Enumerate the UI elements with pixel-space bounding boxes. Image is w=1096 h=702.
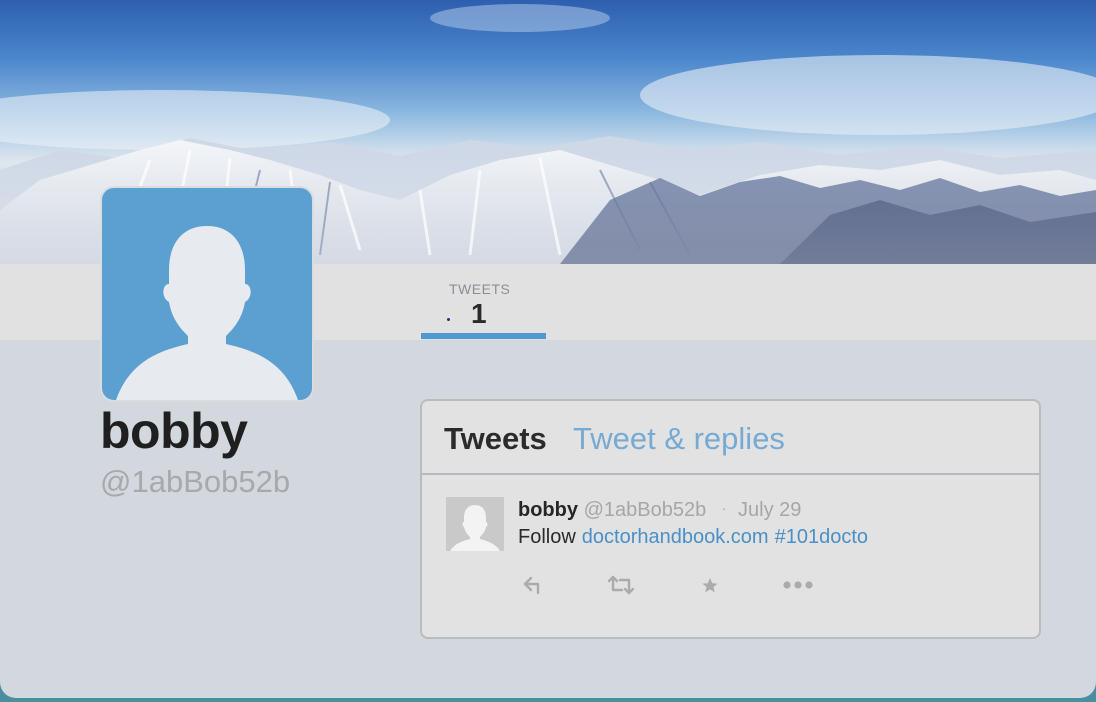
tab-tweets[interactable]: Tweets — [444, 421, 547, 457]
tweet-date[interactable]: July 29 — [738, 499, 801, 521]
tweets-stat-value: 1 — [471, 298, 487, 329]
reply-icon — [523, 576, 540, 595]
profile-avatar[interactable] — [100, 186, 314, 402]
tweet-author-avatar[interactable] — [446, 497, 504, 551]
tweet-separator: · — [721, 500, 727, 516]
tweet-author-name[interactable]: bobby — [518, 499, 578, 521]
retweet-button[interactable] — [606, 573, 636, 597]
retweet-icon — [607, 575, 635, 595]
default-user-icon — [450, 505, 500, 551]
tweet-text: Follow doctorhandbook.com #101docto — [518, 526, 868, 549]
timeline-card: Tweets Tweet & replies bobby @1abBob52b … — [420, 399, 1041, 639]
default-user-icon — [116, 226, 298, 400]
tweet-text-prefix: Follow — [518, 526, 576, 548]
tab-tweets-and-replies[interactable]: Tweet & replies — [573, 421, 785, 457]
tweet-header: bobby @1abBob52b · July 29 — [518, 499, 801, 522]
tweet-author-handle[interactable]: @1abBob52b — [584, 499, 707, 521]
tweet-hashtag[interactable]: #101docto — [775, 526, 868, 548]
tweet-link[interactable]: doctorhandbook.com — [582, 526, 769, 548]
tweets-stat-label: TWEETS — [449, 281, 511, 297]
tweet-item[interactable]: bobby @1abBob52b · July 29 Follow doctorh… — [422, 475, 1039, 637]
favorite-button[interactable] — [700, 573, 720, 597]
profile-page: TWEETS 1 bobby @1abBob52b Tweets Tweet &… — [0, 0, 1096, 698]
more-options-button[interactable] — [781, 573, 815, 597]
active-stat-underline — [421, 333, 546, 339]
reply-button[interactable] — [522, 573, 546, 597]
tweets-count-stat[interactable]: TWEETS 1 — [421, 264, 546, 340]
profile-display-name: bobby — [100, 403, 248, 459]
more-icon — [783, 581, 813, 589]
favorite-star-icon — [702, 578, 718, 593]
profile-screen-name: @1abBob52b — [100, 464, 291, 499]
timeline-tabs: Tweets Tweet & replies — [422, 401, 1039, 475]
stat-dot — [447, 318, 450, 321]
